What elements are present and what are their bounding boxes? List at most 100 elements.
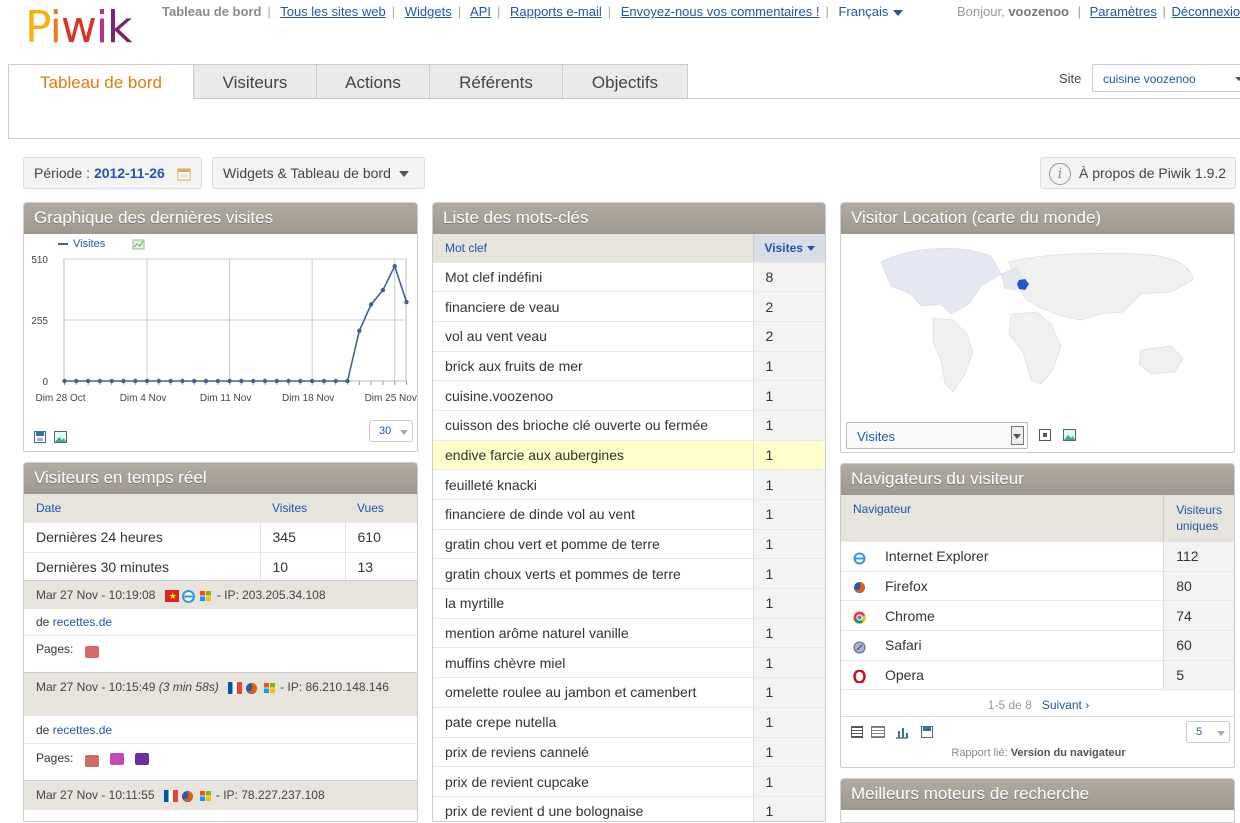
nav-all-websites[interactable]: Tous les sites web [280,4,386,19]
column-header-views[interactable]: Vues [345,494,417,523]
widget-title[interactable]: Graphique des dernières visites [24,203,417,234]
next-page-link[interactable]: Suivant › [1042,698,1089,712]
table-more-icon[interactable] [871,726,885,738]
realtime-visitors-widget: Visiteurs en temps réel Date Visites Vue… [23,462,418,822]
table-row[interactable]: vol au vent veau 2 [433,321,825,352]
language-selector[interactable]: Français [838,4,904,19]
piwik-logo[interactable]: Piwik [25,6,141,50]
safari-icon [853,641,867,654]
data-point [97,378,103,384]
table-row[interactable]: cuisine.voozenoo 1 [433,380,825,411]
widget-title[interactable]: Liste des mots-clés [433,203,825,234]
table-row[interactable]: cuisson des brioche clé ouverte ou fermé… [433,410,825,441]
limit-selector[interactable]: 5 [1186,721,1230,743]
image-export-icon[interactable] [54,431,67,443]
table-row[interactable]: prix de reviens cannelé 1 [433,737,825,768]
folder-icon[interactable] [84,646,99,658]
fullscreen-icon[interactable] [1039,429,1051,441]
folder-icon[interactable] [84,755,99,767]
folder-icon[interactable] [135,753,150,765]
nav-feedback[interactable]: Envoyez-nous vos commentaires ! [621,4,820,19]
column-header-visits[interactable]: Visites [260,494,345,523]
site-selector[interactable]: cuisine voozenoo [1092,64,1240,92]
related-report-link[interactable]: Version du navigateur [1011,747,1126,759]
table-row[interactable]: financiere de veau 2 [433,291,825,322]
data-point [392,263,397,269]
chevron-down-icon [398,171,409,178]
referrer-link[interactable]: recettes.de [53,723,112,737]
export-icon[interactable] [921,726,933,738]
table-row[interactable]: Mot clef indéfini 8 [433,262,825,293]
nav-widgets[interactable]: Widgets [405,4,452,19]
data-point [156,378,162,384]
table-row[interactable]: gratin chou vert et pomme de terre 1 [433,529,825,560]
limit-value: 5 [1196,726,1203,738]
table-row[interactable]: gratin choux verts et pommes de terre 1 [433,558,825,590]
column-header-browser[interactable]: Navigateur [841,495,1164,542]
referrer-link[interactable]: recettes.de [53,615,112,629]
table-row[interactable]: brick aux fruits de mer 1 [433,351,825,382]
opera-icon [853,669,867,685]
table-row[interactable]: omelette roulee au jambon et camenbert 1 [433,677,825,708]
column-header-keyword[interactable]: Mot clef [433,234,753,263]
column-header-unique-visitors[interactable]: Visiteurs uniques [1163,495,1234,542]
nav-api[interactable]: API [470,4,491,19]
table-row[interactable]: prix de revient cupcake 1 [433,766,825,797]
keyword-visits: 1 [752,440,825,471]
flag-vietnam-icon: ★ [164,589,179,602]
data-point [192,378,197,384]
world-map[interactable] [841,234,1235,419]
table-row[interactable]: pate crepe nutella 1 [433,707,825,738]
nav-email-reports[interactable]: Rapports e-mail [510,4,602,19]
table-view-icon[interactable] [851,726,863,738]
metric-value: Visites [857,429,896,444]
tab-dashboard[interactable]: Tableau de bord [8,64,194,99]
sort-desc-icon [806,246,815,252]
table-row[interactable]: mention arôme naturel vanille 1 [433,618,825,649]
table-row[interactable]: Firefox 80 [841,571,1234,602]
table-row[interactable]: Safari 60 [841,630,1234,661]
browser-cell: Opera [841,660,1164,691]
table-row[interactable]: Chrome 74 [841,600,1234,632]
table-row[interactable]: endive farcie aux aubergines 1 [433,440,825,471]
visit-time: Mar 27 Nov - 10:11:55 [36,788,155,802]
data-point [203,378,209,384]
data-point [333,378,338,384]
table-row[interactable]: la myrtille 1 [433,588,825,619]
folder-icon[interactable] [110,753,125,765]
table-row[interactable]: feuilleté knacki 1 [433,469,825,500]
widget-title[interactable]: Visiteurs en temps réel [24,463,417,494]
visit-referrer: de recettes.de [24,717,417,744]
table-view-icon[interactable] [34,431,46,443]
table-row[interactable]: Opera 5 [841,660,1234,691]
table-row[interactable]: prix de revient d une bolognaise 1 [433,796,825,821]
bar-chart-icon[interactable] [895,725,909,739]
table-row[interactable]: muffins chèvre miel 1 [433,647,825,679]
table-row[interactable]: financiere de dinde vol au vent 1 [433,499,825,530]
tab-goals[interactable]: Objectifs [562,64,688,99]
column-header-date[interactable]: Date [24,494,260,523]
about-piwik-button[interactable]: i À propos de Piwik 1.9.2 [1040,157,1236,189]
settings-link[interactable]: Paramètres [1090,4,1157,19]
widget-title[interactable]: Meilleurs moteurs de recherche [841,779,1234,810]
tab-visitors[interactable]: Visiteurs [193,64,317,99]
column-header-visits[interactable]: Visites [752,234,825,263]
data-point [227,378,232,384]
tab-actions[interactable]: Actions [316,64,430,99]
data-point [180,378,185,384]
widget-title[interactable]: Visitor Location (carte du monde) [841,203,1234,234]
nav-dashboard[interactable]: Tableau de bord [162,4,261,19]
period-selector[interactable]: Période : 2012-11-26 [23,157,202,189]
limit-selector[interactable]: 30 [369,420,413,442]
logout-link[interactable]: Déconnexion [1171,4,1240,19]
keyword-visits: 1 [752,677,825,708]
widget-title[interactable]: Navigateurs du visiteur [841,464,1234,495]
map-metric-selector[interactable]: Visites [846,422,1028,449]
widgets-dashboard-menu[interactable]: Widgets & Tableau de bord [212,157,425,189]
keyword-visits: 1 [752,618,825,649]
tab-referrers[interactable]: Référents [429,64,563,99]
table-row[interactable]: Internet Explorer 112 [841,541,1234,572]
image-export-icon[interactable] [1063,429,1076,441]
data-point [286,378,291,384]
keyword-visits: 1 [752,499,825,530]
